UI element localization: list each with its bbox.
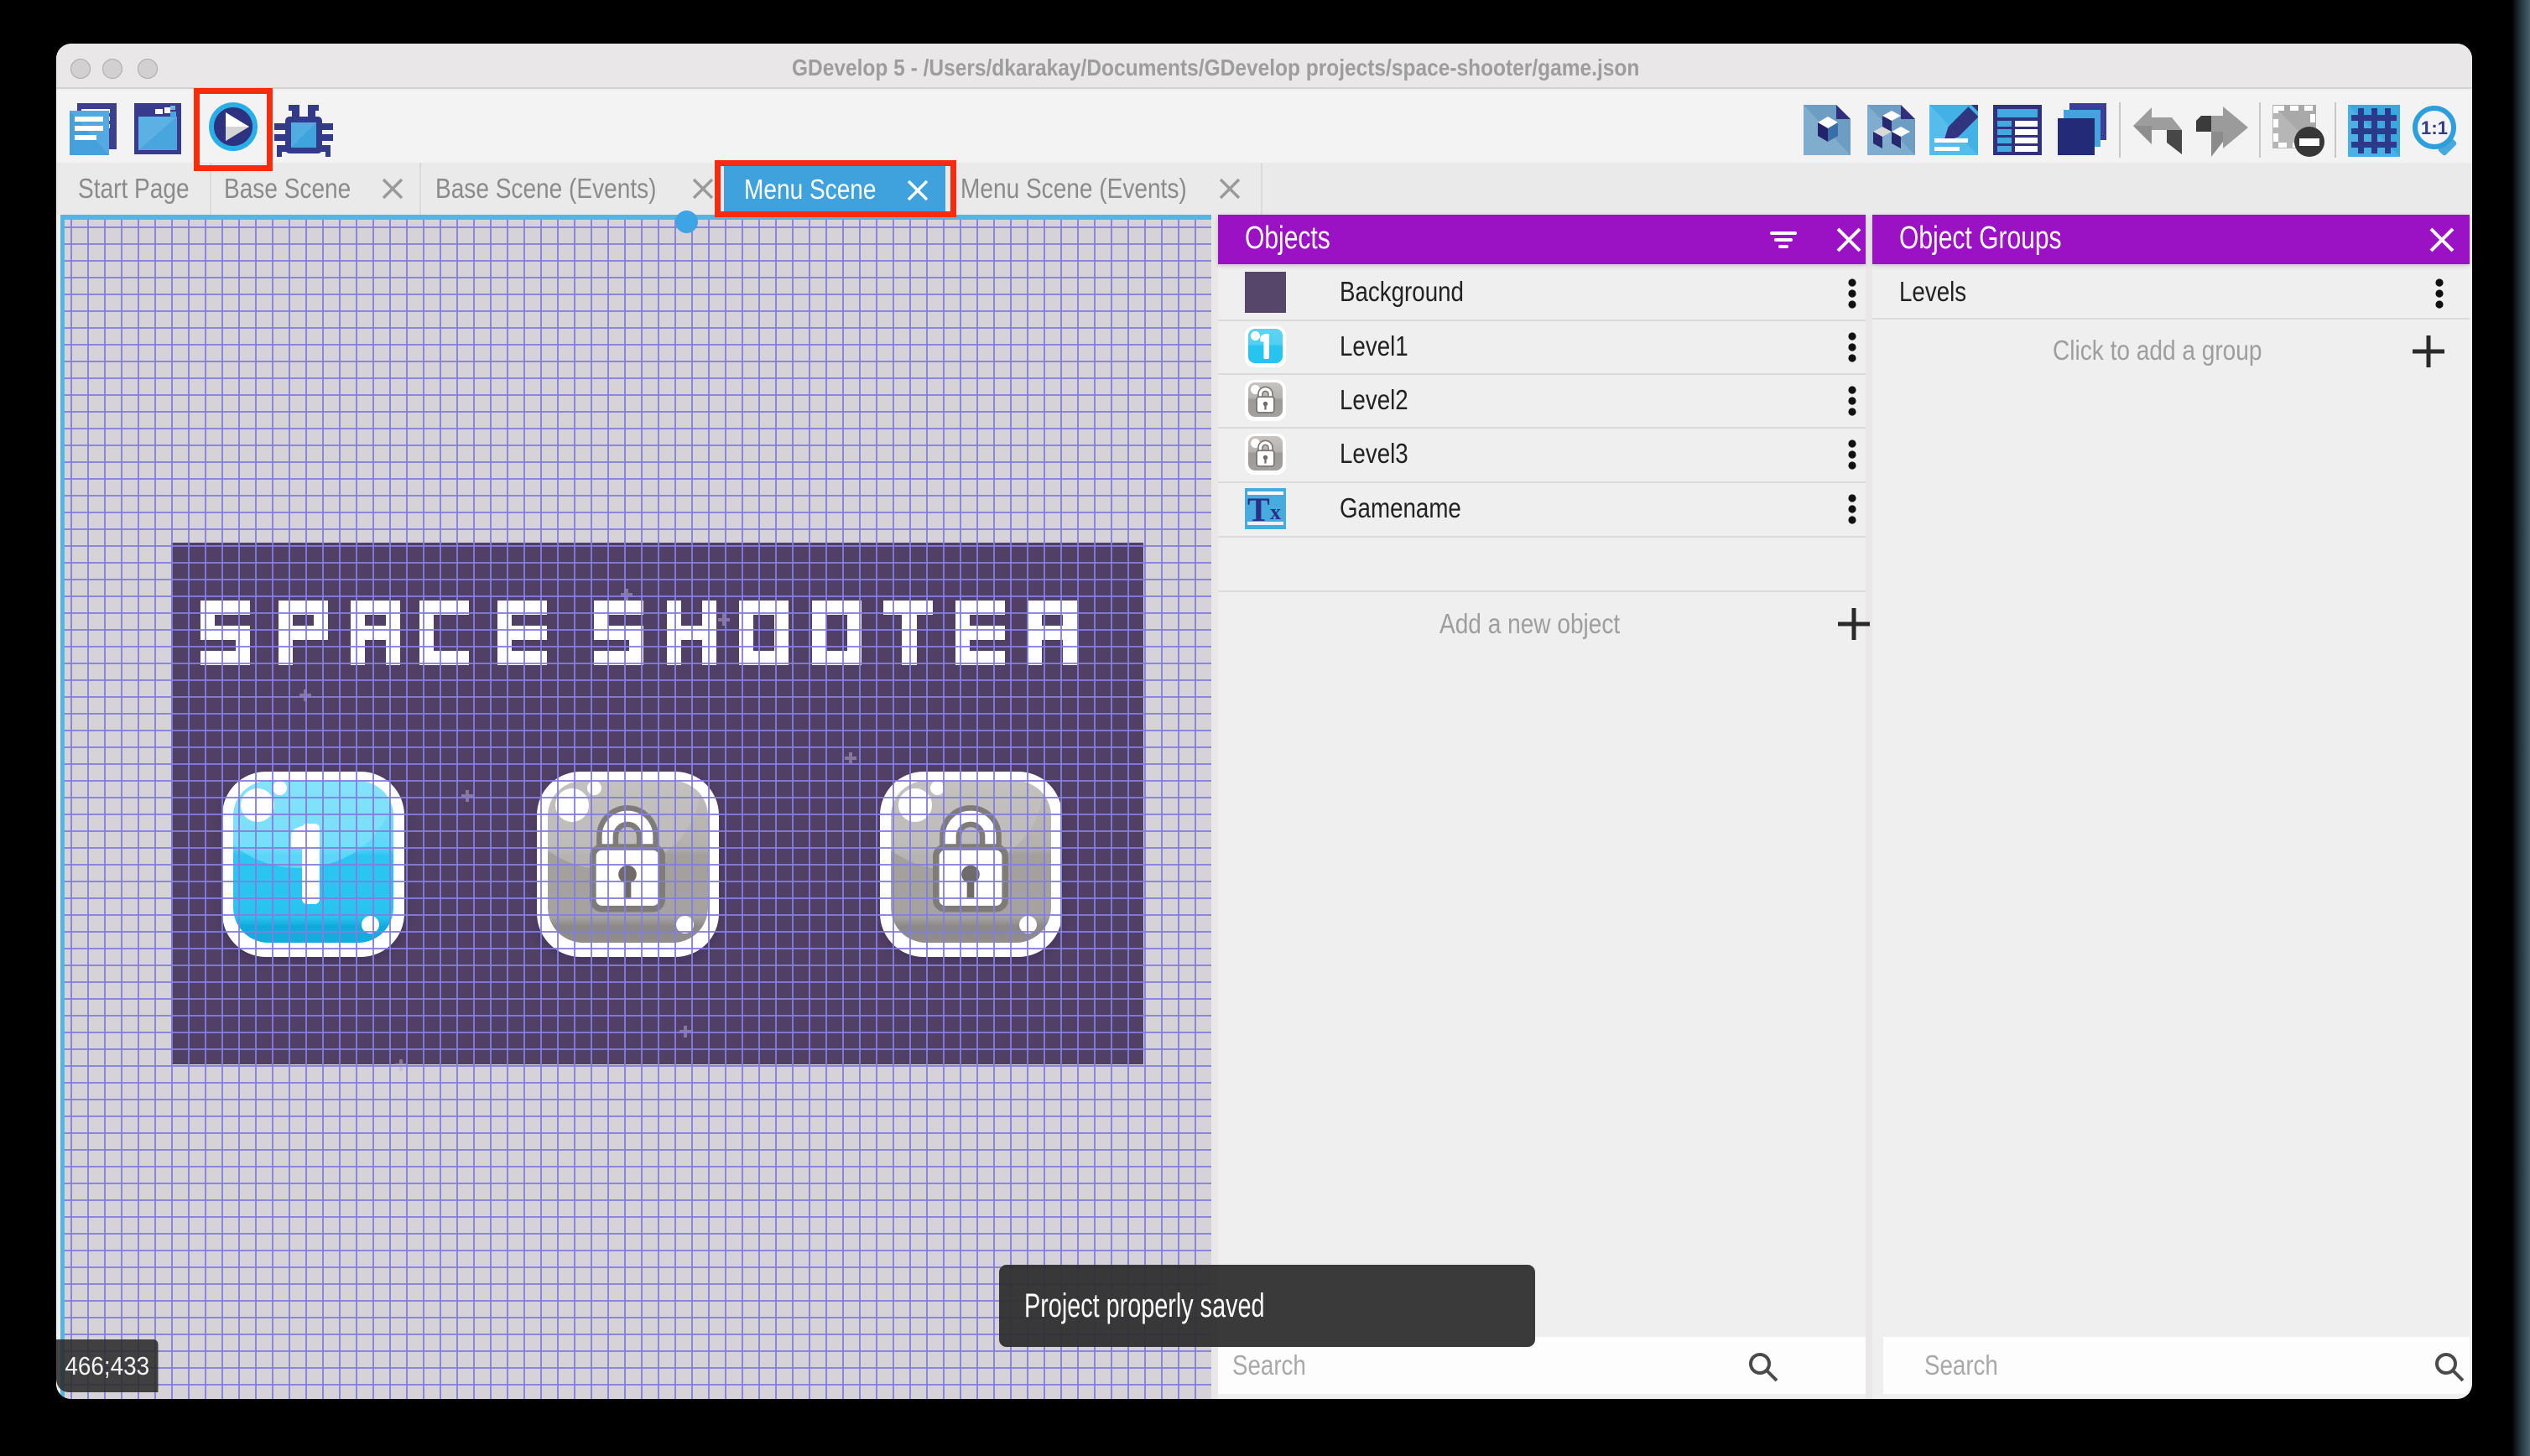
svg-text:1:1: 1:1: [2421, 117, 2448, 138]
